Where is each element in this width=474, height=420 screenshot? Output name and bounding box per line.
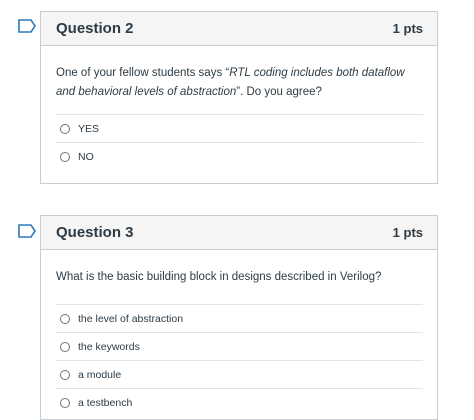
answer-label: a module (78, 368, 122, 381)
question-header: Question 2 1 pts (41, 12, 437, 46)
flag-question-icon[interactable] (18, 224, 36, 238)
radio-button[interactable] (60, 123, 70, 134)
radio-button[interactable] (60, 341, 70, 352)
question-text: What is the basic building block in desi… (56, 271, 382, 283)
radio-button[interactable] (60, 397, 70, 408)
answer-label: the level of abstraction (78, 312, 184, 325)
radio-button[interactable] (60, 313, 70, 324)
question-text: One of your fellow students says “RTL co… (56, 67, 405, 98)
answer-list: YES NO (56, 114, 423, 170)
answer-option[interactable]: YES (56, 114, 423, 142)
flag-question-icon[interactable] (18, 19, 36, 33)
question-card: Question 3 1 pts What is the basic build… (40, 215, 438, 420)
answer-label: the keywords (78, 340, 140, 353)
question-points: 1 pts (392, 225, 423, 240)
question-title: Question 3 (56, 224, 134, 241)
radio-button[interactable] (60, 369, 70, 380)
answer-option[interactable]: the keywords (56, 332, 423, 360)
question-card: Question 2 1 pts One of your fellow stud… (40, 11, 438, 184)
answer-label: NO (78, 150, 94, 163)
answer-option[interactable]: the level of abstraction (56, 304, 423, 332)
question-header: Question 3 1 pts (41, 216, 437, 250)
answer-label: YES (78, 122, 100, 135)
radio-button[interactable] (60, 151, 70, 162)
answer-option[interactable]: a module (56, 360, 423, 388)
answer-list: the level of abstraction the keywords a … (56, 304, 423, 416)
question-points: 1 pts (392, 21, 423, 36)
answer-label: a testbench (78, 396, 133, 409)
answer-option[interactable]: NO (56, 142, 423, 170)
question-title: Question 2 (56, 20, 134, 37)
